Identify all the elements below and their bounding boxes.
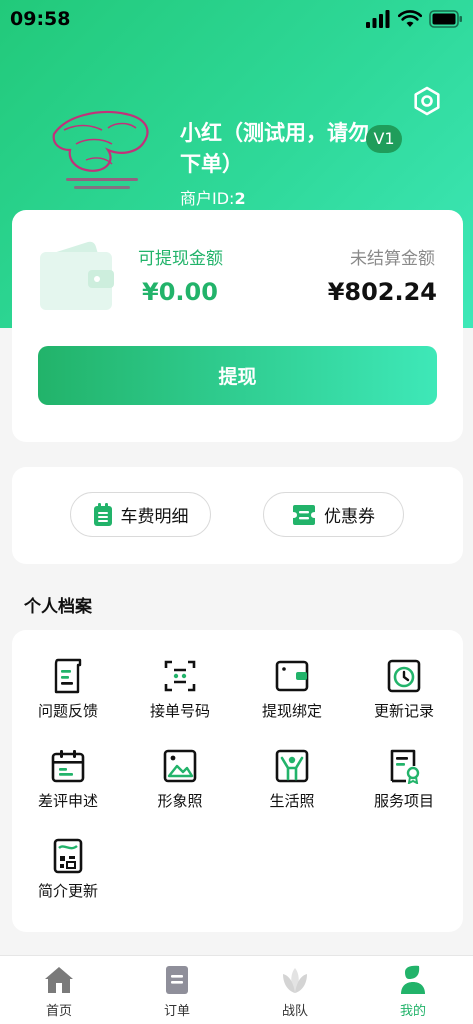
- tab-profile-label: 我的: [399, 1004, 426, 1019]
- tab-orders-label: 订单: [163, 1004, 190, 1019]
- order-number-icon: [164, 660, 196, 692]
- orders-icon: [166, 966, 188, 994]
- tab-profile[interactable]: 我的: [354, 956, 472, 1024]
- intro-update-icon: [53, 838, 83, 874]
- tab-home-label: 首页: [45, 1004, 72, 1019]
- section-title: 个人档案: [24, 597, 92, 617]
- grid-item-life-photo[interactable]: 生活照: [236, 748, 348, 811]
- life-photo-label: 生活照: [269, 792, 315, 810]
- tab-team-label: 战队: [281, 1004, 308, 1019]
- feedback-icon: [54, 658, 82, 694]
- complaint-label: 差评申述: [37, 792, 98, 810]
- grid-item-intro-update[interactable]: 简介更新: [12, 838, 124, 901]
- fare-detail-button[interactable]: 车费明细: [70, 492, 211, 537]
- home-icon: [45, 967, 73, 993]
- merchant-id: 商户ID:2: [180, 185, 246, 209]
- merchant-id-label: 商户ID:: [180, 189, 235, 208]
- cellular-signal-icon: [366, 10, 390, 28]
- grid-item-feedback[interactable]: 问题反馈: [12, 658, 124, 721]
- grid-item-service-items[interactable]: 服务项目: [348, 748, 460, 811]
- coupon-label: 优惠券: [324, 507, 375, 527]
- profile-grid-card: 问题反馈 接单号码 提现绑定 更新记录 差评申述 形象照 生活照 服务项目 简介…: [12, 630, 463, 932]
- portrait-photo-icon: [163, 749, 197, 783]
- status-icons: [365, 10, 463, 28]
- withdraw-binding-icon: [275, 660, 309, 692]
- grid-item-portrait-photo[interactable]: 形象照: [124, 748, 236, 811]
- order-number-label: 接单号码: [149, 702, 210, 720]
- shop-logo-image: [52, 110, 149, 189]
- merchant-id-value: 2: [234, 189, 246, 208]
- unsettled-amount-label: 未结算金额: [350, 249, 435, 269]
- service-items-label: 服务项目: [373, 792, 434, 810]
- tab-home[interactable]: 首页: [0, 956, 118, 1024]
- update-record-icon: [387, 659, 421, 693]
- grid-item-update-record[interactable]: 更新记录: [348, 658, 460, 721]
- portrait-photo-label: 形象照: [157, 792, 203, 810]
- wallet-icon: [40, 241, 114, 310]
- quick-actions-card: 车费明细 优惠券: [12, 467, 463, 564]
- feedback-label: 问题反馈: [37, 702, 98, 720]
- available-amount-value: ¥0.00: [142, 278, 218, 306]
- available-amount-label: 可提现金额: [138, 249, 223, 269]
- fare-detail-label: 车费明细: [120, 507, 189, 527]
- bottom-tab-bar: 首页 订单 战队 我的: [0, 955, 473, 1024]
- unsettled-amount-value: ¥802.24: [327, 278, 437, 306]
- wallet-card: 可提现金额 ¥0.00 未结算金额 ¥802.24 提现: [12, 210, 463, 442]
- profile-icon: [401, 965, 425, 994]
- grid-item-complaint[interactable]: 差评申述: [12, 748, 124, 811]
- withdraw-button[interactable]: 提现: [38, 346, 437, 405]
- grid-item-order-number[interactable]: 接单号码: [124, 658, 236, 721]
- update-record-label: 更新记录: [373, 702, 434, 720]
- settings-gear-icon[interactable]: [412, 86, 442, 116]
- tab-team[interactable]: 战队: [236, 956, 354, 1024]
- status-bar: 09:58: [0, 0, 473, 40]
- coupon-icon: [293, 504, 315, 525]
- battery-icon: [429, 10, 462, 28]
- intro-update-label: 简介更新: [37, 882, 98, 900]
- shop-name: 小红（测试用，请勿下单）: [180, 121, 369, 176]
- life-photo-icon: [275, 749, 309, 783]
- withdraw-binding-label: 提现绑定: [261, 702, 322, 720]
- complaint-icon: [51, 750, 85, 783]
- level-badge: V1: [366, 125, 402, 153]
- wifi-icon: [398, 10, 422, 27]
- grid-item-withdraw-binding[interactable]: 提现绑定: [236, 658, 348, 721]
- team-icon: [283, 968, 307, 993]
- fare-detail-icon: [93, 502, 112, 526]
- tab-orders[interactable]: 订单: [118, 956, 236, 1024]
- status-time: 09:58: [10, 8, 71, 30]
- coupon-button[interactable]: 优惠券: [263, 492, 404, 537]
- service-items-icon: [390, 749, 420, 784]
